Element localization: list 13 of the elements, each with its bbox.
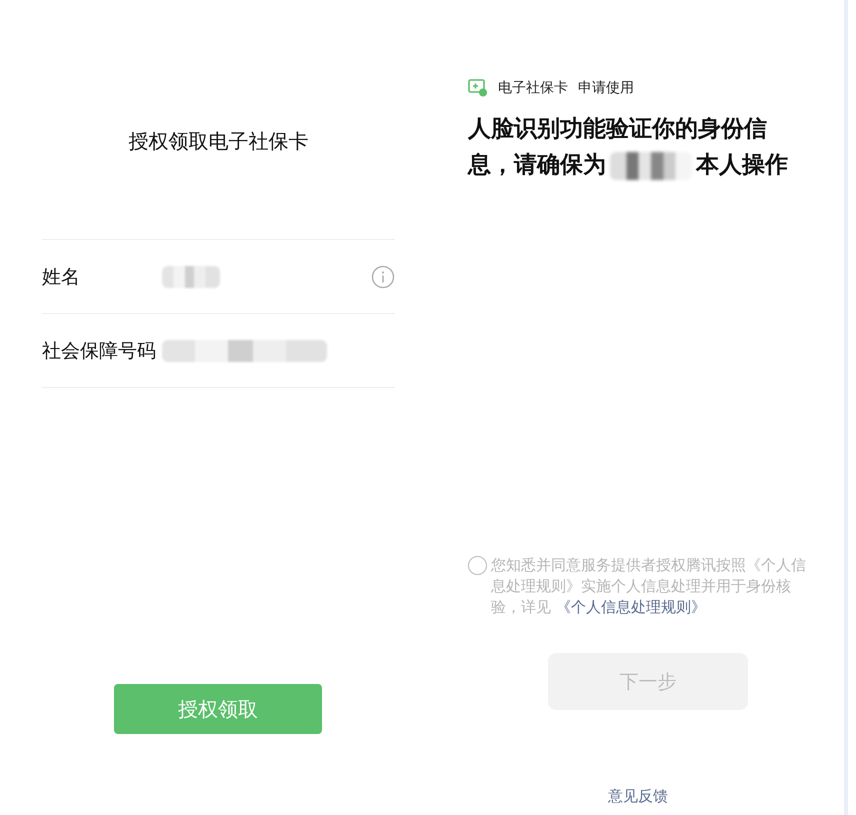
redacted-value (162, 266, 220, 288)
app-name: 电子社保卡 (498, 79, 568, 97)
card-icon (468, 79, 488, 97)
page-title: 授权领取电子社保卡 (128, 128, 310, 155)
field-label: 姓名 (42, 264, 81, 290)
agree-radio[interactable] (468, 556, 487, 575)
info-icon[interactable] (371, 264, 395, 288)
agreement-text: 您知悉并同意服务提供者授权腾讯按照《个人信息处理规则》实施个人信息处理并用于身份核验，详见 《个人信息处理规则》 (491, 555, 807, 618)
field-label: 社会保障号码 (42, 338, 157, 364)
rules-link[interactable]: 《个人信息处理规则》 (556, 598, 706, 616)
feedback-link[interactable]: 意见反馈 (608, 787, 814, 806)
verification-heading: 人脸识别功能验证你的身份信息，请确保为 本人操作 (468, 115, 789, 182)
app-action: 申请使用 (578, 79, 634, 97)
